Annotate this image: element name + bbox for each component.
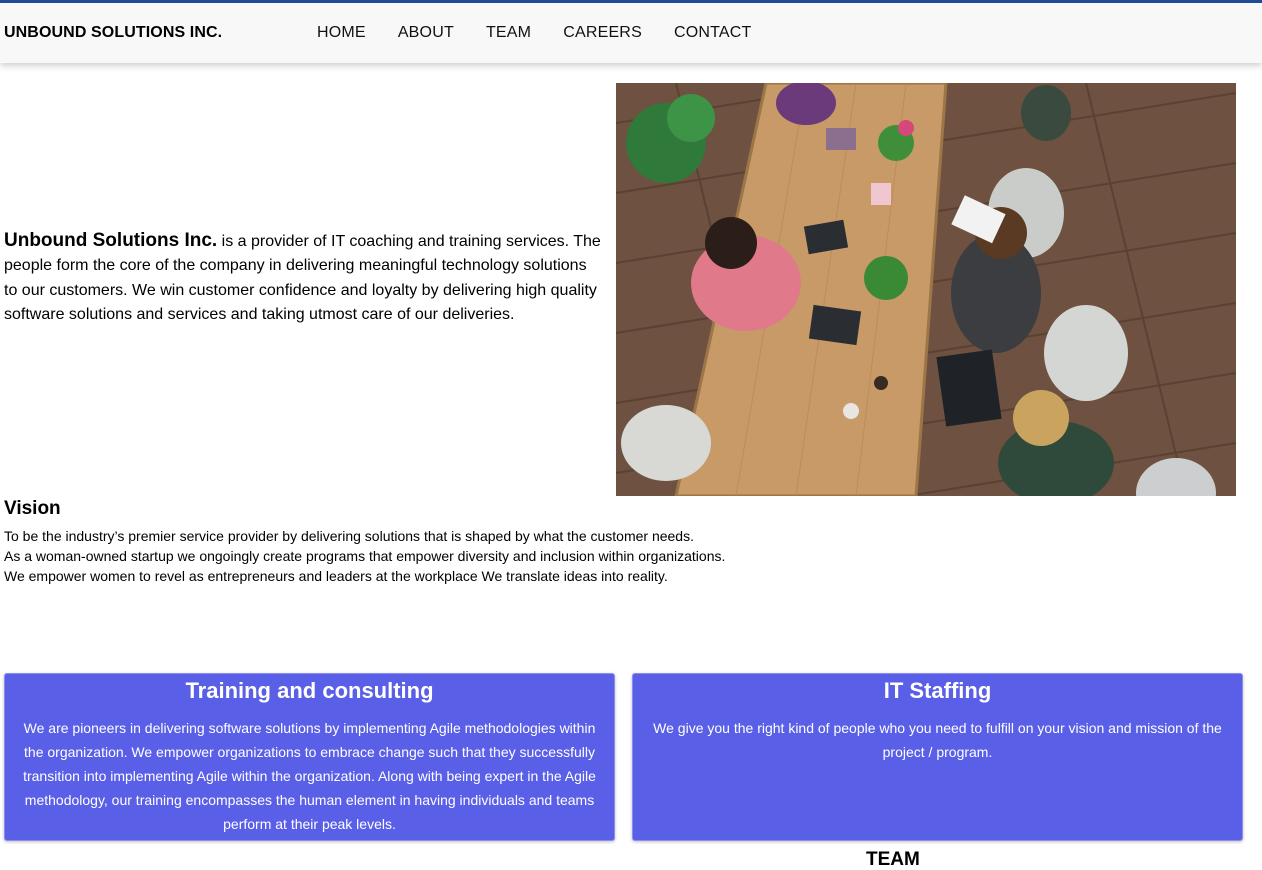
service-card-title: IT Staffing <box>883 678 992 703</box>
intro-paragraph: Unbound Solutions Inc. is a provider of … <box>4 229 604 327</box>
main-nav: HOME ABOUT TEAM CAREERS CONTACT <box>317 24 784 42</box>
service-card-title: Training and consulting <box>185 678 434 703</box>
nav-home[interactable]: HOME <box>317 24 366 42</box>
site-header: UNBOUND SOLUTIONS INC. HOME ABOUT TEAM C… <box>0 3 1262 63</box>
vision-line: We empower women to revel as entrepreneu… <box>4 568 668 584</box>
vision-text: To be the industry’s premier service pro… <box>4 526 804 586</box>
vision-heading: Vision <box>4 498 61 519</box>
service-card-text: We give you the right kind of people who… <box>653 720 1222 760</box>
vision-line: As a woman-owned startup we ongoingly cr… <box>4 548 726 564</box>
company-name: Unbound Solutions Inc. <box>4 230 218 251</box>
service-card-text: We are pioneers in delivering software s… <box>23 720 596 832</box>
hero-photo-team-meeting <box>616 83 1236 496</box>
nav-contact[interactable]: CONTACT <box>674 24 752 42</box>
brand-logo-text[interactable]: UNBOUND SOLUTIONS INC. <box>4 24 222 42</box>
nav-careers[interactable]: CAREERS <box>563 24 642 42</box>
nav-team[interactable]: TEAM <box>486 24 531 42</box>
nav-about[interactable]: ABOUT <box>398 24 454 42</box>
team-heading: TEAM <box>866 849 920 870</box>
service-card-staffing: IT Staffing We give you the right kind o… <box>632 673 1243 841</box>
vision-line: To be the industry’s premier service pro… <box>4 528 694 544</box>
service-card-training: Training and consulting We are pioneers … <box>4 673 615 841</box>
